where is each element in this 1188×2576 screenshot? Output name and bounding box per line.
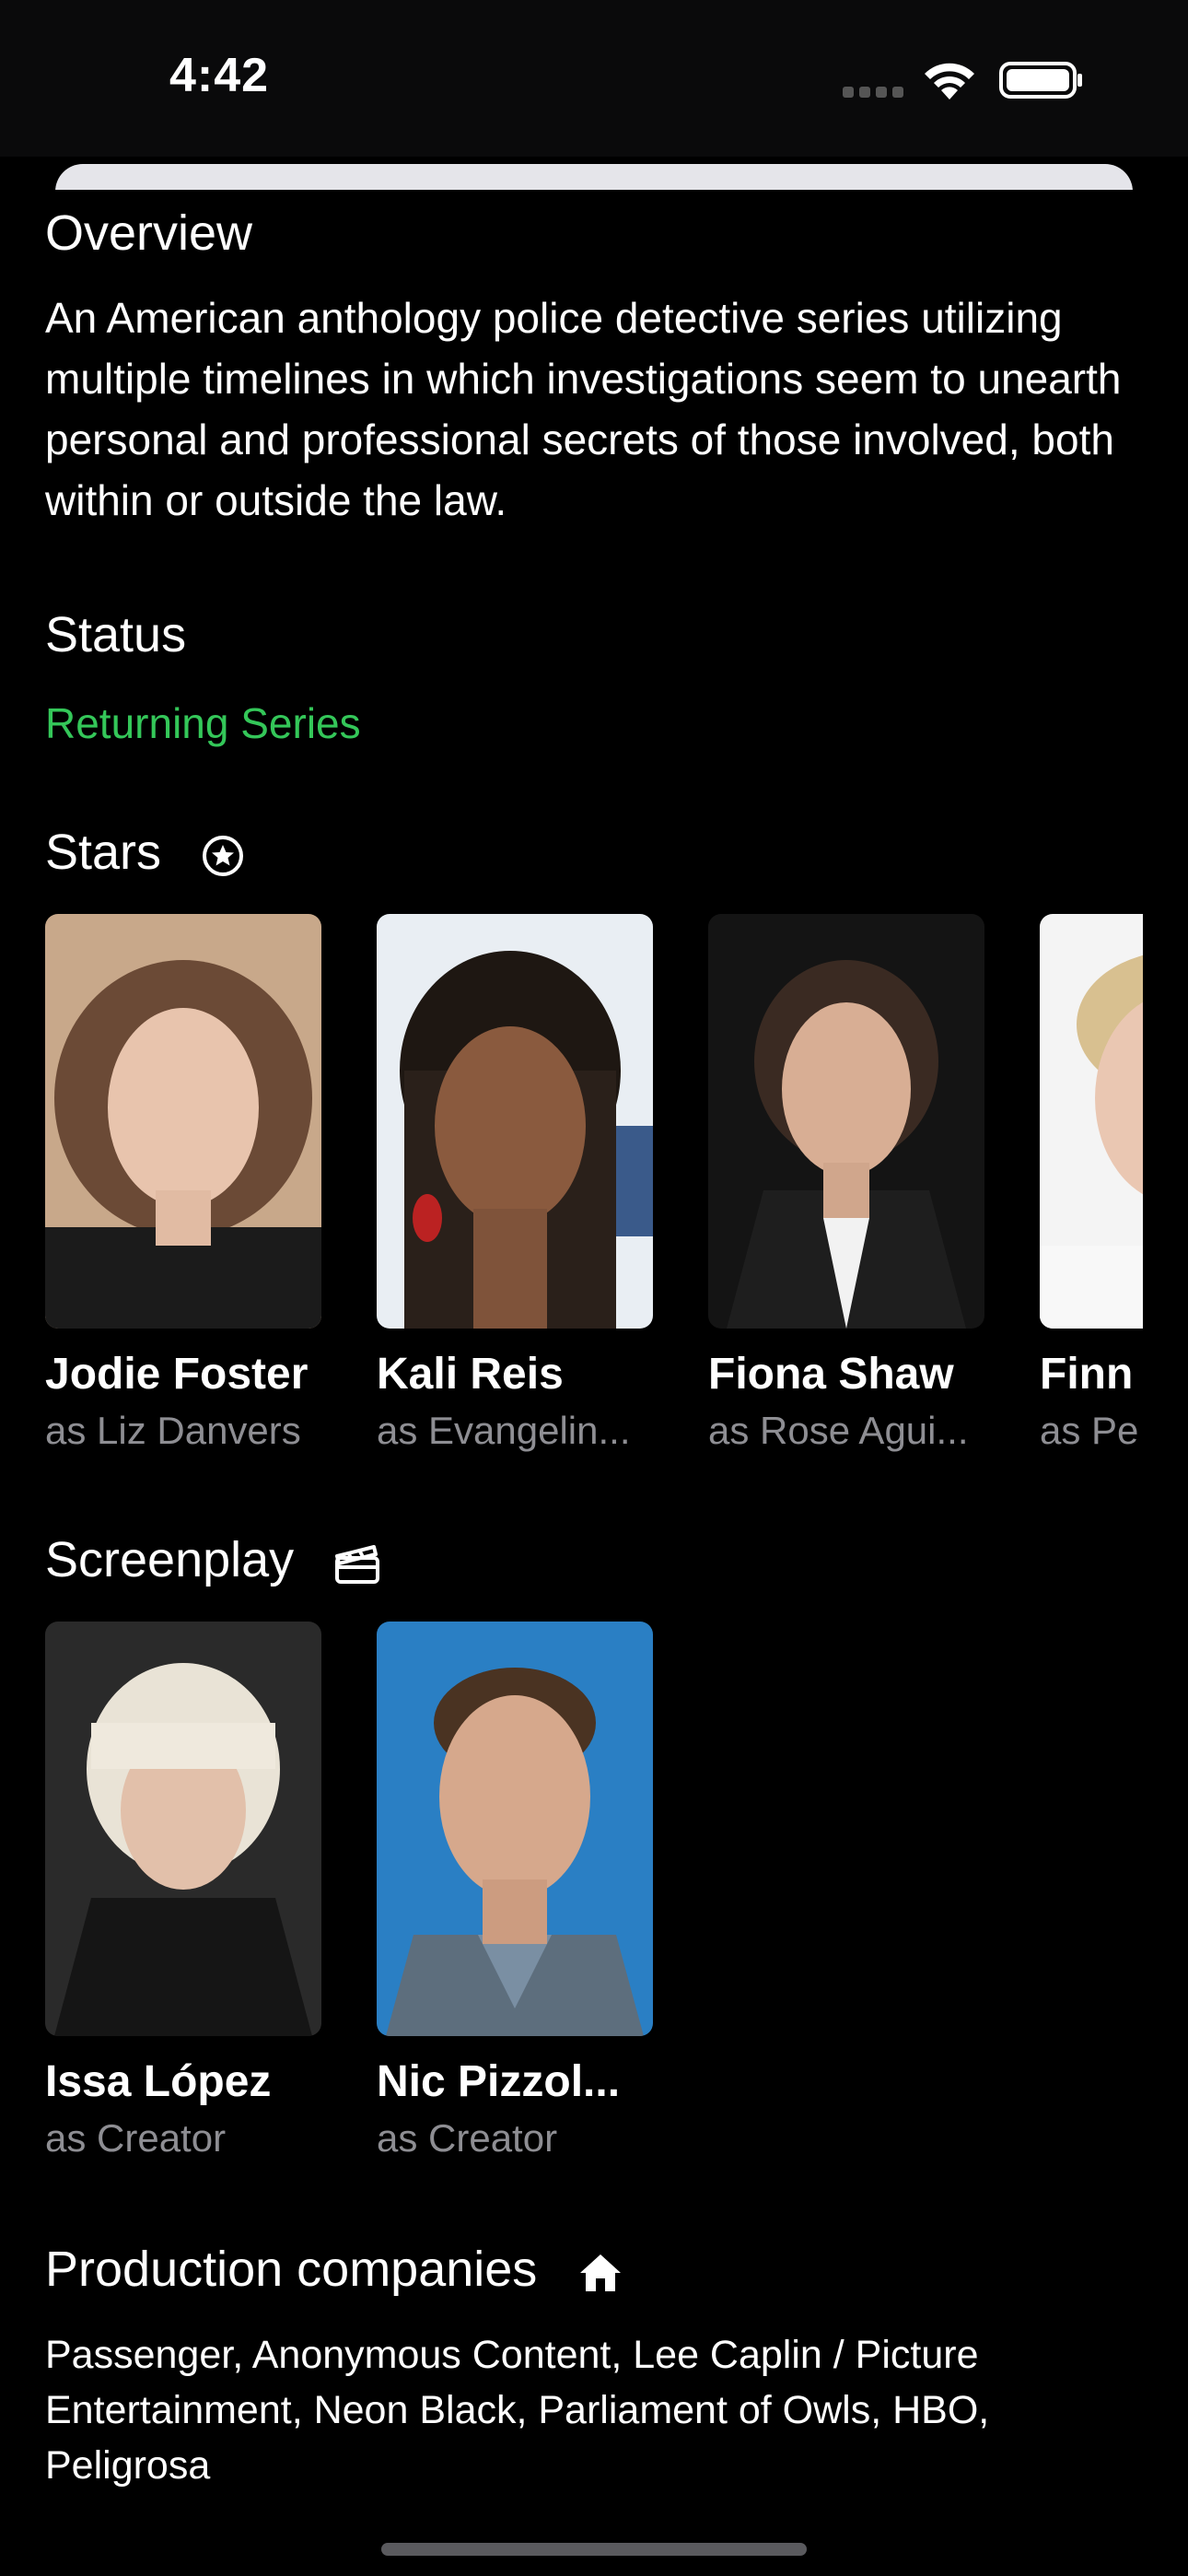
status-time: 4:42 bbox=[169, 49, 270, 102]
cast-name: Fiona Shaw bbox=[708, 1350, 954, 1399]
wifi-icon bbox=[925, 63, 974, 100]
clapperboard-icon bbox=[335, 1544, 380, 1584]
stars-heading: Stars bbox=[45, 824, 245, 881]
cast-photo bbox=[708, 914, 984, 1329]
cast-card[interactable]: Fiona Shaw as Rose Agui... bbox=[708, 914, 984, 1453]
status-bar: 4:42 bbox=[0, 0, 1188, 157]
cast-photo bbox=[1040, 914, 1143, 1329]
cast-role: as Evangelin... bbox=[377, 1409, 631, 1452]
status-heading: Status bbox=[45, 607, 187, 662]
screenplay-row[interactable]: Issa López as Creator Nic Pizzol... as C… bbox=[45, 1622, 1143, 2184]
screenplay-heading: Screenplay bbox=[45, 1531, 381, 1588]
overview-heading: Overview bbox=[45, 205, 253, 261]
crew-photo bbox=[45, 1622, 321, 2036]
crew-card[interactable]: Issa López as Creator bbox=[45, 1622, 321, 2160]
cast-card[interactable]: Kali Reis as Evangelin... bbox=[377, 914, 653, 1453]
stars-heading-label: Stars bbox=[45, 825, 162, 880]
crew-name: Nic Pizzol... bbox=[377, 2057, 621, 2106]
house-icon bbox=[580, 2254, 622, 2291]
cellular-signal-icon bbox=[843, 87, 903, 98]
stars-row[interactable]: Jodie Foster as Liz Danvers Kali Reis as… bbox=[45, 914, 1143, 1476]
star-circle-icon bbox=[203, 835, 244, 876]
home-indicator[interactable] bbox=[381, 2543, 807, 2556]
crew-role: as Creator bbox=[377, 2116, 558, 2160]
cast-card[interactable]: Finn as Pe bbox=[1040, 914, 1143, 1453]
production-companies-text: Passenger, Anonymous Content, Lee Caplin… bbox=[45, 2333, 990, 2488]
cast-photo bbox=[377, 914, 653, 1329]
cast-name: Jodie Foster bbox=[45, 1350, 309, 1399]
detail-sheet[interactable]: Overview An American anthology police de… bbox=[0, 190, 1188, 2576]
production-heading-label: Production companies bbox=[45, 2242, 538, 2297]
cast-role: as Pe bbox=[1040, 1409, 1139, 1452]
crew-name: Issa López bbox=[45, 2057, 272, 2106]
cast-role: as Rose Agui... bbox=[708, 1409, 969, 1452]
cast-role: as Liz Danvers bbox=[45, 1409, 301, 1452]
crew-photo bbox=[377, 1622, 653, 2036]
crew-role: as Creator bbox=[45, 2116, 227, 2160]
battery-icon bbox=[999, 62, 1082, 99]
cast-name: Kali Reis bbox=[377, 1350, 564, 1399]
overview-text: An American anthology police detective s… bbox=[45, 294, 1122, 524]
cast-card[interactable]: Jodie Foster as Liz Danvers bbox=[45, 914, 321, 1453]
status-value: Returning Series bbox=[45, 699, 361, 747]
production-heading: Production companies bbox=[45, 2241, 624, 2298]
cast-photo bbox=[45, 914, 321, 1329]
cast-name: Finn bbox=[1040, 1350, 1134, 1399]
screenplay-heading-label: Screenplay bbox=[45, 1532, 295, 1587]
crew-card[interactable]: Nic Pizzol... as Creator bbox=[377, 1622, 653, 2160]
